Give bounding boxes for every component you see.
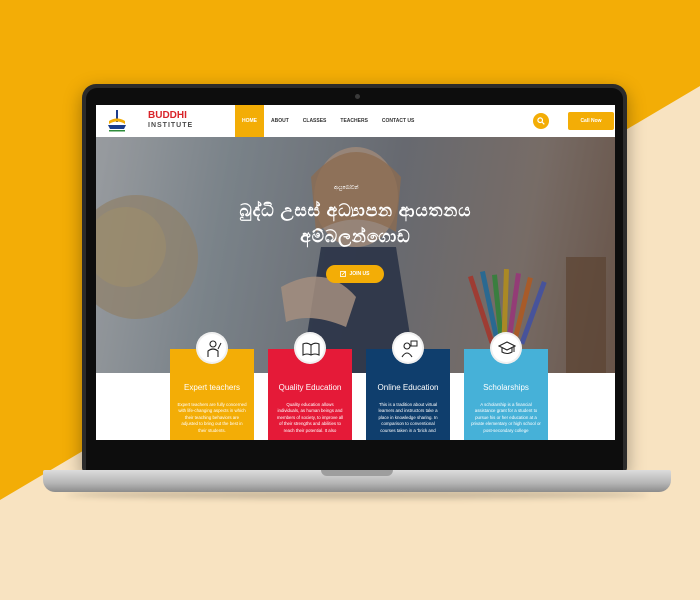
card-title: Scholarships	[483, 383, 529, 392]
card-icon-circle	[196, 332, 228, 364]
card-title: Expert teachers	[183, 383, 241, 392]
card-icon-circle	[294, 332, 326, 364]
laptop-base	[43, 470, 671, 492]
brand-name[interactable]: BUDDHI	[148, 110, 187, 121]
hero-title-line-2: අම්බලන්ගොඩ	[300, 227, 411, 246]
card-icon-circle	[392, 332, 424, 364]
nav-about[interactable]: ABOUT	[264, 105, 296, 137]
nav-teachers[interactable]: TEACHERS	[333, 105, 375, 137]
hero-overlay	[96, 137, 615, 373]
nav-classes[interactable]: CLASSES	[296, 105, 334, 137]
card-text: Quality education allows individuals, as…	[276, 402, 344, 433]
edit-icon	[340, 271, 347, 277]
card-text: Expert teachers are fully concerned with…	[177, 402, 247, 433]
card-title: Quality Education	[278, 383, 342, 392]
online-learning-icon	[401, 340, 418, 358]
card-quality-education[interactable]: Quality Education Quality education allo…	[268, 332, 352, 440]
trackpad-notch	[321, 470, 393, 476]
card-online-education[interactable]: Online Education This is a tradition abo…	[366, 332, 450, 440]
laptop-shadow	[66, 491, 648, 499]
open-book-icon	[302, 342, 320, 356]
card-icon-circle	[490, 332, 522, 364]
webcam-icon	[355, 94, 360, 99]
hero-title-line-1: බුද්ධි උසස් අධ්‍යාපන ආයතනය	[239, 201, 472, 220]
card-title: Online Education	[377, 383, 439, 392]
hero-eyebrow: ආයුබෝවන්	[334, 185, 359, 191]
teacher-icon	[207, 340, 222, 357]
card-text: A scholarship is a financial assistance …	[471, 402, 541, 433]
card-scholarships[interactable]: Scholarships A scholarship is a financia…	[464, 332, 548, 440]
graduation-cap-icon	[498, 341, 516, 355]
main-nav: HOME ABOUT CLASSES TEACHERS CONTACT US	[235, 105, 421, 137]
card-expert-teachers[interactable]: Expert teachers Expert teachers are full…	[170, 332, 254, 440]
card-text: This is a tradition about virtual learne…	[378, 402, 438, 433]
search-button[interactable]	[533, 113, 549, 129]
nav-contact-us[interactable]: CONTACT US	[375, 105, 421, 137]
brand-subtitle: INSTITUTE	[148, 122, 194, 129]
call-now-button[interactable]: Call Now	[568, 112, 614, 130]
join-us-button[interactable]: JOIN US	[326, 265, 384, 283]
search-icon	[537, 117, 545, 125]
site-header: BUDDHI INSTITUTE HOME ABOUT CLASSES TEAC…	[96, 105, 615, 137]
institute-logo-icon[interactable]	[106, 109, 128, 133]
join-us-label: JOIN US	[349, 271, 370, 277]
laptop-screen: BUDDHI INSTITUTE HOME ABOUT CLASSES TEAC…	[96, 105, 615, 440]
nav-home[interactable]: HOME	[235, 105, 264, 137]
hero-banner: ආයුබෝවන් බුද්ධි උසස් අධ්‍යාපන ආයතනය අම්බ…	[96, 137, 615, 373]
